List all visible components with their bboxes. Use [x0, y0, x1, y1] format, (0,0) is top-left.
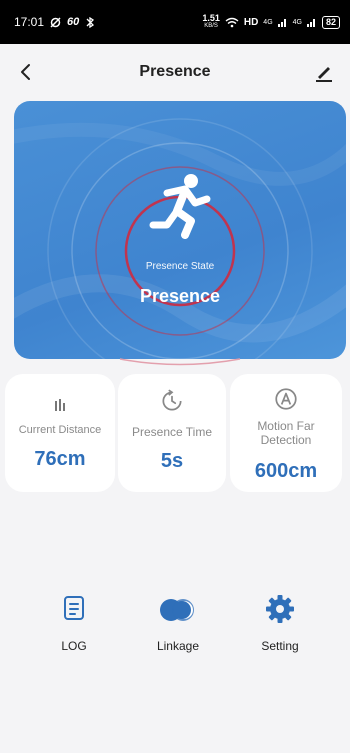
motion-detection-icon: [275, 388, 297, 410]
status-speed-value: 1.51: [202, 13, 220, 23]
status-refresh-rate: 60: [67, 16, 80, 28]
silent-icon: [50, 16, 61, 28]
motion-far-label-line1: Motion Far: [257, 419, 315, 433]
current-distance-card: Current Distance 76cm: [5, 374, 115, 492]
motion-far-detection-card: Motion Far Detection 600cm: [230, 374, 342, 492]
log-label: LOG: [61, 639, 87, 653]
linkage-label: Linkage: [156, 639, 200, 653]
timer-icon: [162, 389, 182, 411]
status-speed-unit: KB/S: [204, 23, 218, 29]
presence-time-label: Presence Time: [131, 425, 213, 439]
status-hd: HD: [243, 16, 259, 28]
wifi-icon: [225, 17, 239, 27]
presence-time-value: 5s: [160, 450, 184, 472]
edit-pencil-icon[interactable]: [312, 60, 336, 84]
presence-state-value: Presence: [139, 286, 221, 306]
signal-icon-2: [306, 19, 315, 27]
battery-indicator: 82: [321, 15, 340, 29]
status-bar: 17:01 60 1.51 KB/S HD 4G 4G 82: [0, 0, 350, 44]
current-distance-label: Current Distance: [18, 424, 102, 436]
page-title: Presence: [139, 63, 211, 80]
distance-bars-icon: [55, 399, 65, 411]
presence-state-label: Presence State: [145, 261, 215, 272]
bluetooth-icon: [86, 16, 95, 28]
back-arrow-icon[interactable]: [14, 60, 38, 84]
document-icon: [64, 596, 84, 620]
signal-icon: [277, 19, 286, 27]
toggle-icon: [160, 599, 194, 621]
running-person-icon: [149, 174, 211, 239]
setting-button[interactable]: Setting: [240, 594, 320, 664]
setting-label: Setting: [261, 639, 299, 653]
current-distance-value: 76cm: [34, 448, 86, 470]
log-button[interactable]: LOG: [34, 594, 114, 664]
status-net1: 4G: [263, 18, 273, 26]
presence-time-card: Presence Time 5s: [118, 374, 226, 492]
status-net2: 4G: [292, 18, 302, 26]
status-time: 17:01: [14, 15, 45, 29]
presence-card: Presence State Presence: [14, 101, 346, 359]
motion-far-label-line2: Detection: [260, 433, 312, 447]
linkage-button[interactable]: Linkage: [138, 594, 218, 664]
motion-far-value: 600cm: [254, 460, 318, 482]
gear-icon: [266, 595, 294, 623]
nav-bar: Presence: [0, 44, 350, 100]
